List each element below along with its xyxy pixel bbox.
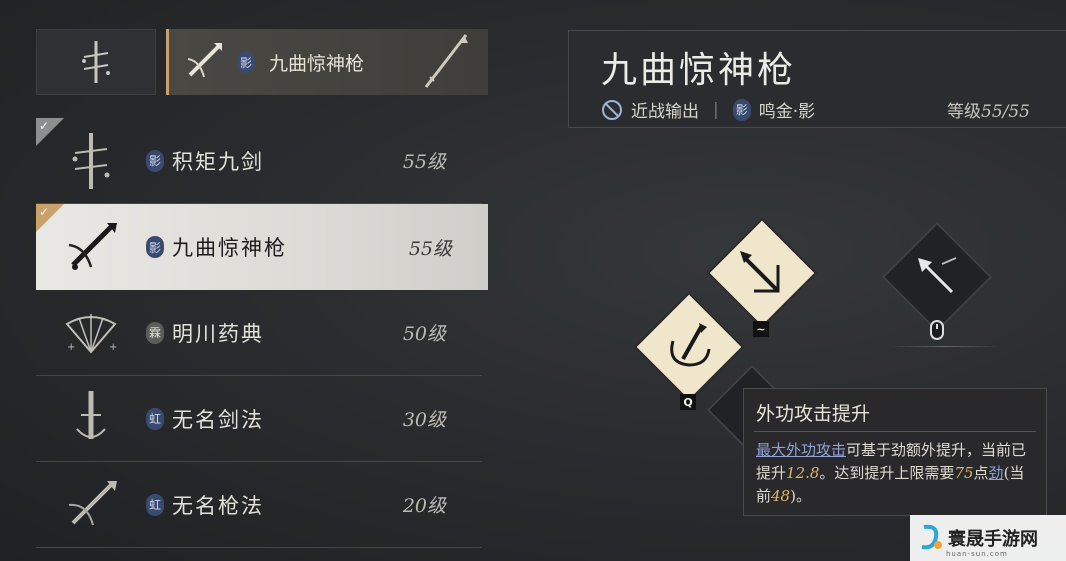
level-label: 等级 (947, 102, 981, 122)
site-watermark: 寰晟手游网 huan-sun.com (910, 515, 1066, 561)
path-badge: 影 (146, 149, 164, 172)
spear-sweep-skill-icon (670, 323, 711, 367)
weapon-level: 55级 (408, 237, 452, 260)
tooltip-title: 外功攻击提升 (756, 403, 871, 425)
weapon-role: 近战输出 (631, 102, 699, 122)
weapon-row-jiuqujingshenqiang[interactable]: ✓ 影 九曲惊神枪 55级 (36, 204, 488, 290)
tooltip-text: 。达到提升上限需要 (819, 464, 955, 482)
weapon-name: 无名枪法 (172, 493, 264, 518)
key-hint-tilde: ~ (753, 321, 769, 337)
equipped-check-icon: ✓ (36, 118, 64, 146)
weapon-row-wumingjianfa[interactable]: 虹 无名剑法 30级 (36, 376, 482, 462)
weapon-tab-spear[interactable]: 影 九曲惊神枪 (166, 29, 488, 95)
svg-text:+: + (67, 342, 75, 353)
melee-role-icon (602, 99, 622, 120)
weapon-path: 鸣金·影 (758, 102, 816, 122)
weapon-list: ✓ 影 积矩九剑 55级 ✓ 影 九曲惊神枪 55级 + + 霖 明川药典 50… (36, 118, 488, 548)
meta-divider: | (713, 99, 719, 120)
jin-stat-link[interactable]: 劲 (989, 464, 1004, 482)
weapon-name: 九曲惊神枪 (172, 236, 287, 260)
weapon-level: 55级 (402, 151, 446, 173)
watermark-sub: huan-sun.com (946, 550, 1008, 558)
weapon-level: 20级 (402, 495, 446, 517)
site-logo-icon (921, 524, 942, 550)
path-badge: 影 (237, 51, 255, 73)
path-badge: 虹 (146, 493, 164, 516)
spear-thrust-skill-icon (740, 251, 780, 293)
path-badge: 影 (146, 236, 164, 258)
sword-icon (82, 41, 110, 83)
spear-emblem-icon (36, 462, 146, 548)
key-hint-q: Q (680, 394, 696, 410)
tooltip-body: 最大外功攻击可基于劲额外提升，当前已提升12.8。达到提升上限需要75点劲(当前… (756, 439, 1034, 508)
watermark-text: 寰晟手游网 (948, 529, 1038, 550)
tooltip-text: 点 (973, 464, 989, 482)
weapon-name: 明川药典 (172, 321, 264, 346)
mouse-left-icon (930, 320, 944, 340)
tooltip-divider (754, 431, 1036, 432)
weapon-title: 九曲惊神枪 (601, 50, 797, 91)
max-attack-link[interactable]: 最大外功攻击 (756, 441, 846, 459)
current-boost-value: 12.8 (786, 464, 820, 482)
weapon-level: 30级 (402, 409, 446, 431)
skill-mouse-attack[interactable] (884, 224, 990, 330)
weapon-meta: 近战输出 | 影 鸣金·影 (601, 97, 815, 122)
current-points-value: 48 (771, 487, 791, 505)
svg-text:+: + (109, 342, 117, 353)
path-badge: 虹 (146, 407, 164, 430)
fan-emblem-icon: + + (36, 290, 146, 376)
level-value: 55/55 (981, 102, 1030, 122)
weapon-level-display: 等级55/55 (947, 97, 1030, 122)
spear-icon (424, 34, 468, 88)
path-badge: 影 (732, 98, 751, 121)
weapon-detail-header: 九曲惊神枪 近战输出 | 影 鸣金·影 等级55/55 (568, 30, 1066, 128)
weapon-row-mingchuanyaodian[interactable]: + + 霖 明川药典 50级 (36, 290, 482, 376)
required-points-value: 75 (954, 464, 974, 482)
weapon-name: 无名剑法 (172, 407, 264, 432)
weapon-row-jijujiujian[interactable]: ✓ 影 积矩九剑 55级 (36, 118, 482, 204)
weapon-tab-sword[interactable] (36, 29, 156, 95)
divider (890, 346, 1000, 347)
spear-emblem-icon (169, 29, 237, 95)
tooltip-text: )。 (790, 487, 811, 505)
sword-emblem-icon (36, 376, 146, 462)
weapon-level: 50级 (402, 323, 446, 345)
spear-tip-skill-icon (918, 257, 957, 294)
path-badge: 霖 (146, 321, 164, 344)
weapon-row-wumingqiangfa[interactable]: 虹 无名枪法 20级 (36, 462, 482, 548)
skill-tooltip: 外功攻击提升 最大外功攻击可基于劲额外提升，当前已提升12.8。达到提升上限需要… (743, 388, 1047, 516)
weapon-tab-name: 九曲惊神枪 (269, 52, 365, 75)
weapon-name: 积矩九剑 (172, 149, 264, 174)
equipped-check-icon: ✓ (36, 204, 64, 232)
